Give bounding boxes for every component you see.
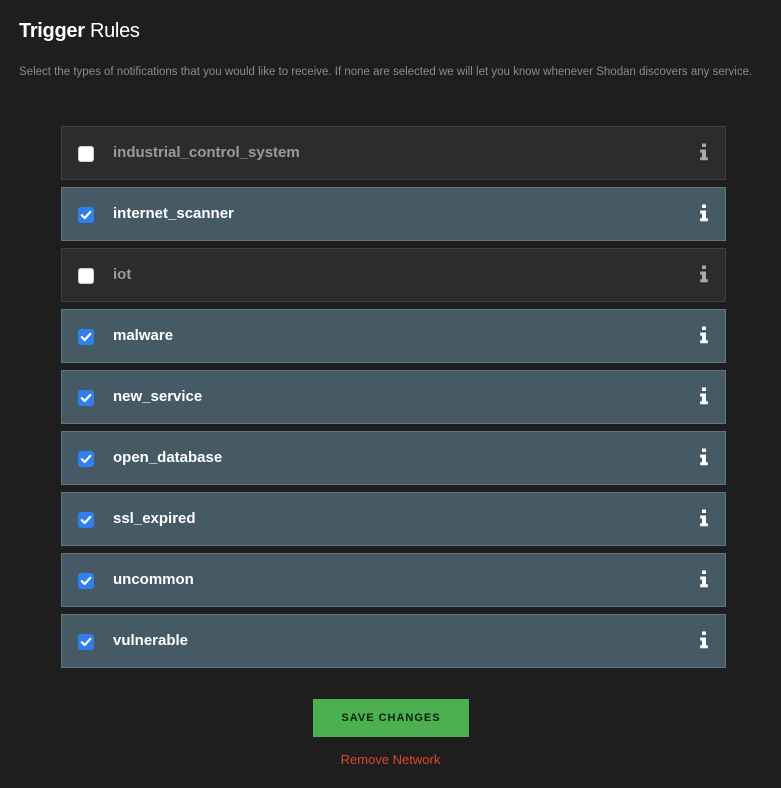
rule-checkbox[interactable] xyxy=(78,573,94,589)
rule-label: iot xyxy=(113,266,132,283)
rule-row[interactable]: internet_scanner xyxy=(61,187,726,241)
rule-label: malware xyxy=(113,327,174,344)
checkmark-icon xyxy=(80,393,92,403)
info-icon[interactable] xyxy=(699,143,709,161)
rule-row[interactable]: uncommon xyxy=(61,553,726,607)
rule-row[interactable]: vulnerable xyxy=(61,614,726,668)
page-title: Trigger Rules xyxy=(19,18,140,44)
info-icon[interactable] xyxy=(699,265,709,283)
rule-label: uncommon xyxy=(113,571,194,588)
rule-checkbox[interactable] xyxy=(78,207,94,223)
info-icon[interactable] xyxy=(699,570,709,588)
rule-label: ssl_expired xyxy=(113,510,196,527)
page-title-bold: Trigger xyxy=(19,20,85,42)
rule-label: internet_scanner xyxy=(113,205,234,222)
checkmark-icon xyxy=(80,210,92,220)
rule-row[interactable]: iot xyxy=(61,248,726,302)
rule-checkbox[interactable] xyxy=(78,329,94,345)
rule-row[interactable]: malware xyxy=(61,309,726,363)
rule-row[interactable]: ssl_expired xyxy=(61,492,726,546)
rule-row[interactable]: new_service xyxy=(61,370,726,424)
info-icon[interactable] xyxy=(699,387,709,405)
rule-row[interactable]: industrial_control_system xyxy=(61,126,726,180)
page-description: Select the types of notifications that y… xyxy=(19,66,753,78)
checkmark-icon xyxy=(80,576,92,586)
rule-checkbox[interactable] xyxy=(78,390,94,406)
checkmark-icon xyxy=(80,332,92,342)
save-changes-button[interactable]: SAVE CHANGES xyxy=(313,699,469,737)
rule-label: vulnerable xyxy=(113,632,189,649)
info-icon[interactable] xyxy=(699,204,709,222)
rule-label: industrial_control_system xyxy=(113,144,300,161)
rule-checkbox[interactable] xyxy=(78,451,94,467)
rule-checkbox[interactable] xyxy=(78,268,94,284)
checkmark-icon xyxy=(80,515,92,525)
remove-network-link[interactable]: Remove Network xyxy=(0,751,781,769)
page-title-light: Rules xyxy=(89,20,140,42)
rule-checkbox[interactable] xyxy=(78,146,94,162)
info-icon[interactable] xyxy=(699,448,709,466)
rule-checkbox[interactable] xyxy=(78,512,94,528)
checkmark-icon xyxy=(80,454,92,464)
info-icon[interactable] xyxy=(699,509,709,527)
info-icon[interactable] xyxy=(699,631,709,649)
rule-label: new_service xyxy=(113,388,203,405)
rule-label: open_database xyxy=(113,449,223,466)
rule-row[interactable]: open_database xyxy=(61,431,726,485)
rule-checkbox[interactable] xyxy=(78,634,94,650)
checkmark-icon xyxy=(80,637,92,647)
rule-list: industrial_control_system internet_scanne… xyxy=(61,126,726,675)
info-icon[interactable] xyxy=(699,326,709,344)
trigger-rules-page: Trigger Rules Select the types of notifi… xyxy=(0,0,781,788)
